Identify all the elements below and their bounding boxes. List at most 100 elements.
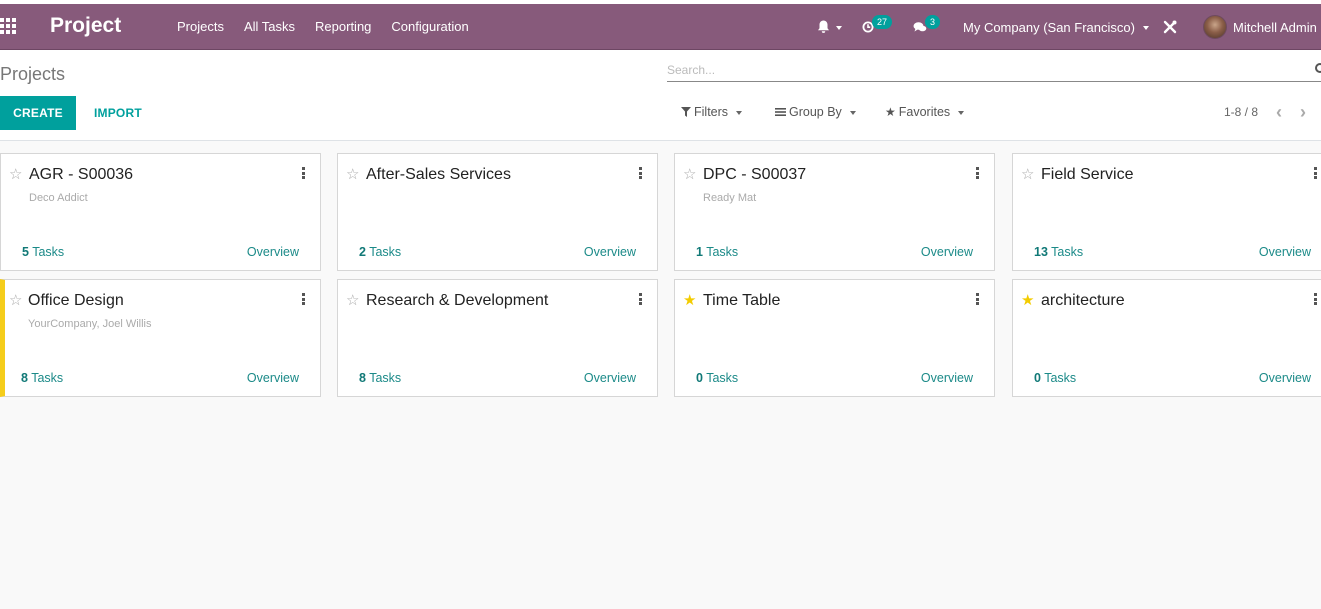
kebab-menu-icon[interactable] (975, 167, 979, 179)
project-card[interactable]: ★ Time Table 0 Tasks Overview (674, 279, 995, 397)
main-navbar: Project Projects All Tasks Reporting Con… (0, 4, 1321, 50)
project-name: DPC - S00037 (703, 166, 807, 183)
tasks-count: 13 (1034, 245, 1048, 259)
notifications-button[interactable] (817, 4, 842, 50)
project-name: Field Service (1041, 166, 1134, 183)
menu-item-all-tasks[interactable]: All Tasks (244, 19, 295, 34)
project-card[interactable]: ★ architecture 0 Tasks Overview (1012, 279, 1321, 397)
groupby-label: Group By (789, 105, 842, 119)
tasks-count: 8 (21, 371, 28, 385)
project-card[interactable]: ☆ After-Sales Services 2 Tasks Overview (337, 153, 658, 271)
tasks-link[interactable]: 0 Tasks (696, 371, 738, 385)
star-icon: ★ (885, 105, 896, 119)
kebab-menu-icon[interactable] (638, 293, 642, 305)
project-customer: Ready Mat (703, 192, 757, 204)
kebab-menu-icon[interactable] (975, 293, 979, 305)
chevron-down-icon (736, 110, 743, 115)
filters-dropdown[interactable]: Filters (681, 105, 743, 119)
activities-button[interactable]: 27 (862, 4, 893, 50)
favorite-star-icon[interactable]: ☆ (683, 165, 696, 183)
tasks-count: 0 (696, 371, 703, 385)
user-menu[interactable]: Mitchell Admin (1203, 4, 1317, 50)
favorite-star-icon[interactable]: ☆ (9, 165, 22, 183)
search-bar (667, 60, 1321, 82)
tasks-label: Tasks (31, 371, 64, 385)
tasks-label: Tasks (369, 245, 402, 259)
groupby-dropdown[interactable]: Group By (775, 105, 856, 119)
project-card[interactable]: ☆ Office Design YourCompany, Joel Willis 8 … (0, 279, 321, 397)
favorite-star-icon[interactable]: ☆ (1021, 165, 1034, 183)
favorite-star-icon[interactable]: ☆ (346, 291, 359, 309)
menu-item-projects[interactable]: Projects (177, 19, 224, 34)
top-menu: Projects All Tasks Reporting Configurati… (177, 19, 469, 34)
messages-count-badge: 3 (925, 15, 941, 29)
tasks-label: Tasks (706, 245, 739, 259)
overview-link[interactable]: Overview (921, 245, 973, 259)
tasks-link[interactable]: 1 Tasks (696, 245, 738, 259)
breadcrumb: Projects (0, 64, 66, 84)
pager-value[interactable]: 1-8 / 8 (1224, 105, 1258, 119)
project-name: Time Table (703, 292, 781, 309)
tasks-link[interactable]: 5 Tasks (22, 245, 64, 259)
tasks-link[interactable]: 0 Tasks (1034, 371, 1076, 385)
user-avatar (1203, 15, 1227, 39)
company-switcher[interactable]: My Company (San Francisco) (963, 4, 1149, 50)
kebab-menu-icon[interactable] (1313, 167, 1317, 179)
company-name: My Company (San Francisco) (963, 19, 1135, 35)
menu-item-reporting[interactable]: Reporting (315, 19, 371, 34)
create-button[interactable]: CREATE (0, 96, 76, 130)
overview-link[interactable]: Overview (584, 371, 636, 385)
project-name: AGR - S00036 (29, 166, 134, 183)
tasks-count: 0 (1034, 371, 1041, 385)
chevron-down-icon (958, 110, 965, 115)
favorite-star-icon[interactable]: ☆ (9, 291, 22, 309)
kebab-menu-icon[interactable] (301, 167, 305, 179)
chevron-down-icon (849, 110, 856, 115)
chevron-right-icon[interactable]: › (1300, 103, 1306, 121)
tasks-count: 5 (22, 245, 29, 259)
messages-button[interactable]: 3 (913, 4, 941, 50)
chevron-down-icon (836, 25, 842, 30)
tools-icon (1163, 20, 1177, 34)
search-input[interactable] (667, 60, 1287, 80)
project-name: architecture (1041, 292, 1125, 309)
tasks-count: 1 (696, 245, 703, 259)
kebab-menu-icon[interactable] (638, 167, 642, 179)
app-title[interactable]: Project (50, 14, 121, 38)
favorite-star-icon[interactable]: ☆ (346, 165, 359, 183)
chevron-left-icon[interactable]: ‹ (1276, 103, 1282, 121)
tasks-link[interactable]: 8 Tasks (359, 371, 401, 385)
kebab-menu-icon[interactable] (1313, 293, 1317, 305)
list-icon (775, 108, 786, 116)
tasks-count: 2 (359, 245, 366, 259)
debug-tools-button[interactable] (1163, 4, 1177, 50)
filter-icon (681, 107, 691, 117)
overview-link[interactable]: Overview (584, 245, 636, 259)
tasks-label: Tasks (1044, 371, 1077, 385)
kebab-menu-icon[interactable] (301, 293, 305, 305)
project-card[interactable]: ☆ Field Service 13 Tasks Overview (1012, 153, 1321, 271)
overview-link[interactable]: Overview (1259, 371, 1311, 385)
project-name: After-Sales Services (366, 166, 511, 183)
search-icon[interactable] (1315, 63, 1321, 73)
tasks-label: Tasks (706, 371, 739, 385)
overview-link[interactable]: Overview (247, 371, 299, 385)
apps-grid-icon[interactable] (0, 18, 18, 34)
tasks-link[interactable]: 2 Tasks (359, 245, 401, 259)
project-name: Research & Development (366, 292, 549, 309)
project-card[interactable]: ☆ DPC - S00037 Ready Mat 1 Tasks Overview (674, 153, 995, 271)
overview-link[interactable]: Overview (247, 245, 299, 259)
favorite-star-icon[interactable]: ★ (1021, 291, 1034, 309)
overview-link[interactable]: Overview (1259, 245, 1311, 259)
import-button[interactable]: IMPORT (94, 96, 142, 130)
tasks-link[interactable]: 13 Tasks (1034, 245, 1083, 259)
favorites-dropdown[interactable]: ★ Favorites (885, 105, 965, 119)
tasks-link[interactable]: 8 Tasks (21, 371, 63, 385)
project-card[interactable]: ☆ Research & Development 8 Tasks Overview (337, 279, 658, 397)
favorite-star-icon[interactable]: ★ (683, 291, 696, 309)
bell-icon (818, 20, 829, 33)
project-card[interactable]: ☆ AGR - S00036 Deco Addict 5 Tasks Overview (0, 153, 321, 271)
overview-link[interactable]: Overview (921, 371, 973, 385)
pager: 1-8 / 8 ‹ › (1224, 103, 1306, 121)
menu-item-configuration[interactable]: Configuration (391, 19, 468, 34)
